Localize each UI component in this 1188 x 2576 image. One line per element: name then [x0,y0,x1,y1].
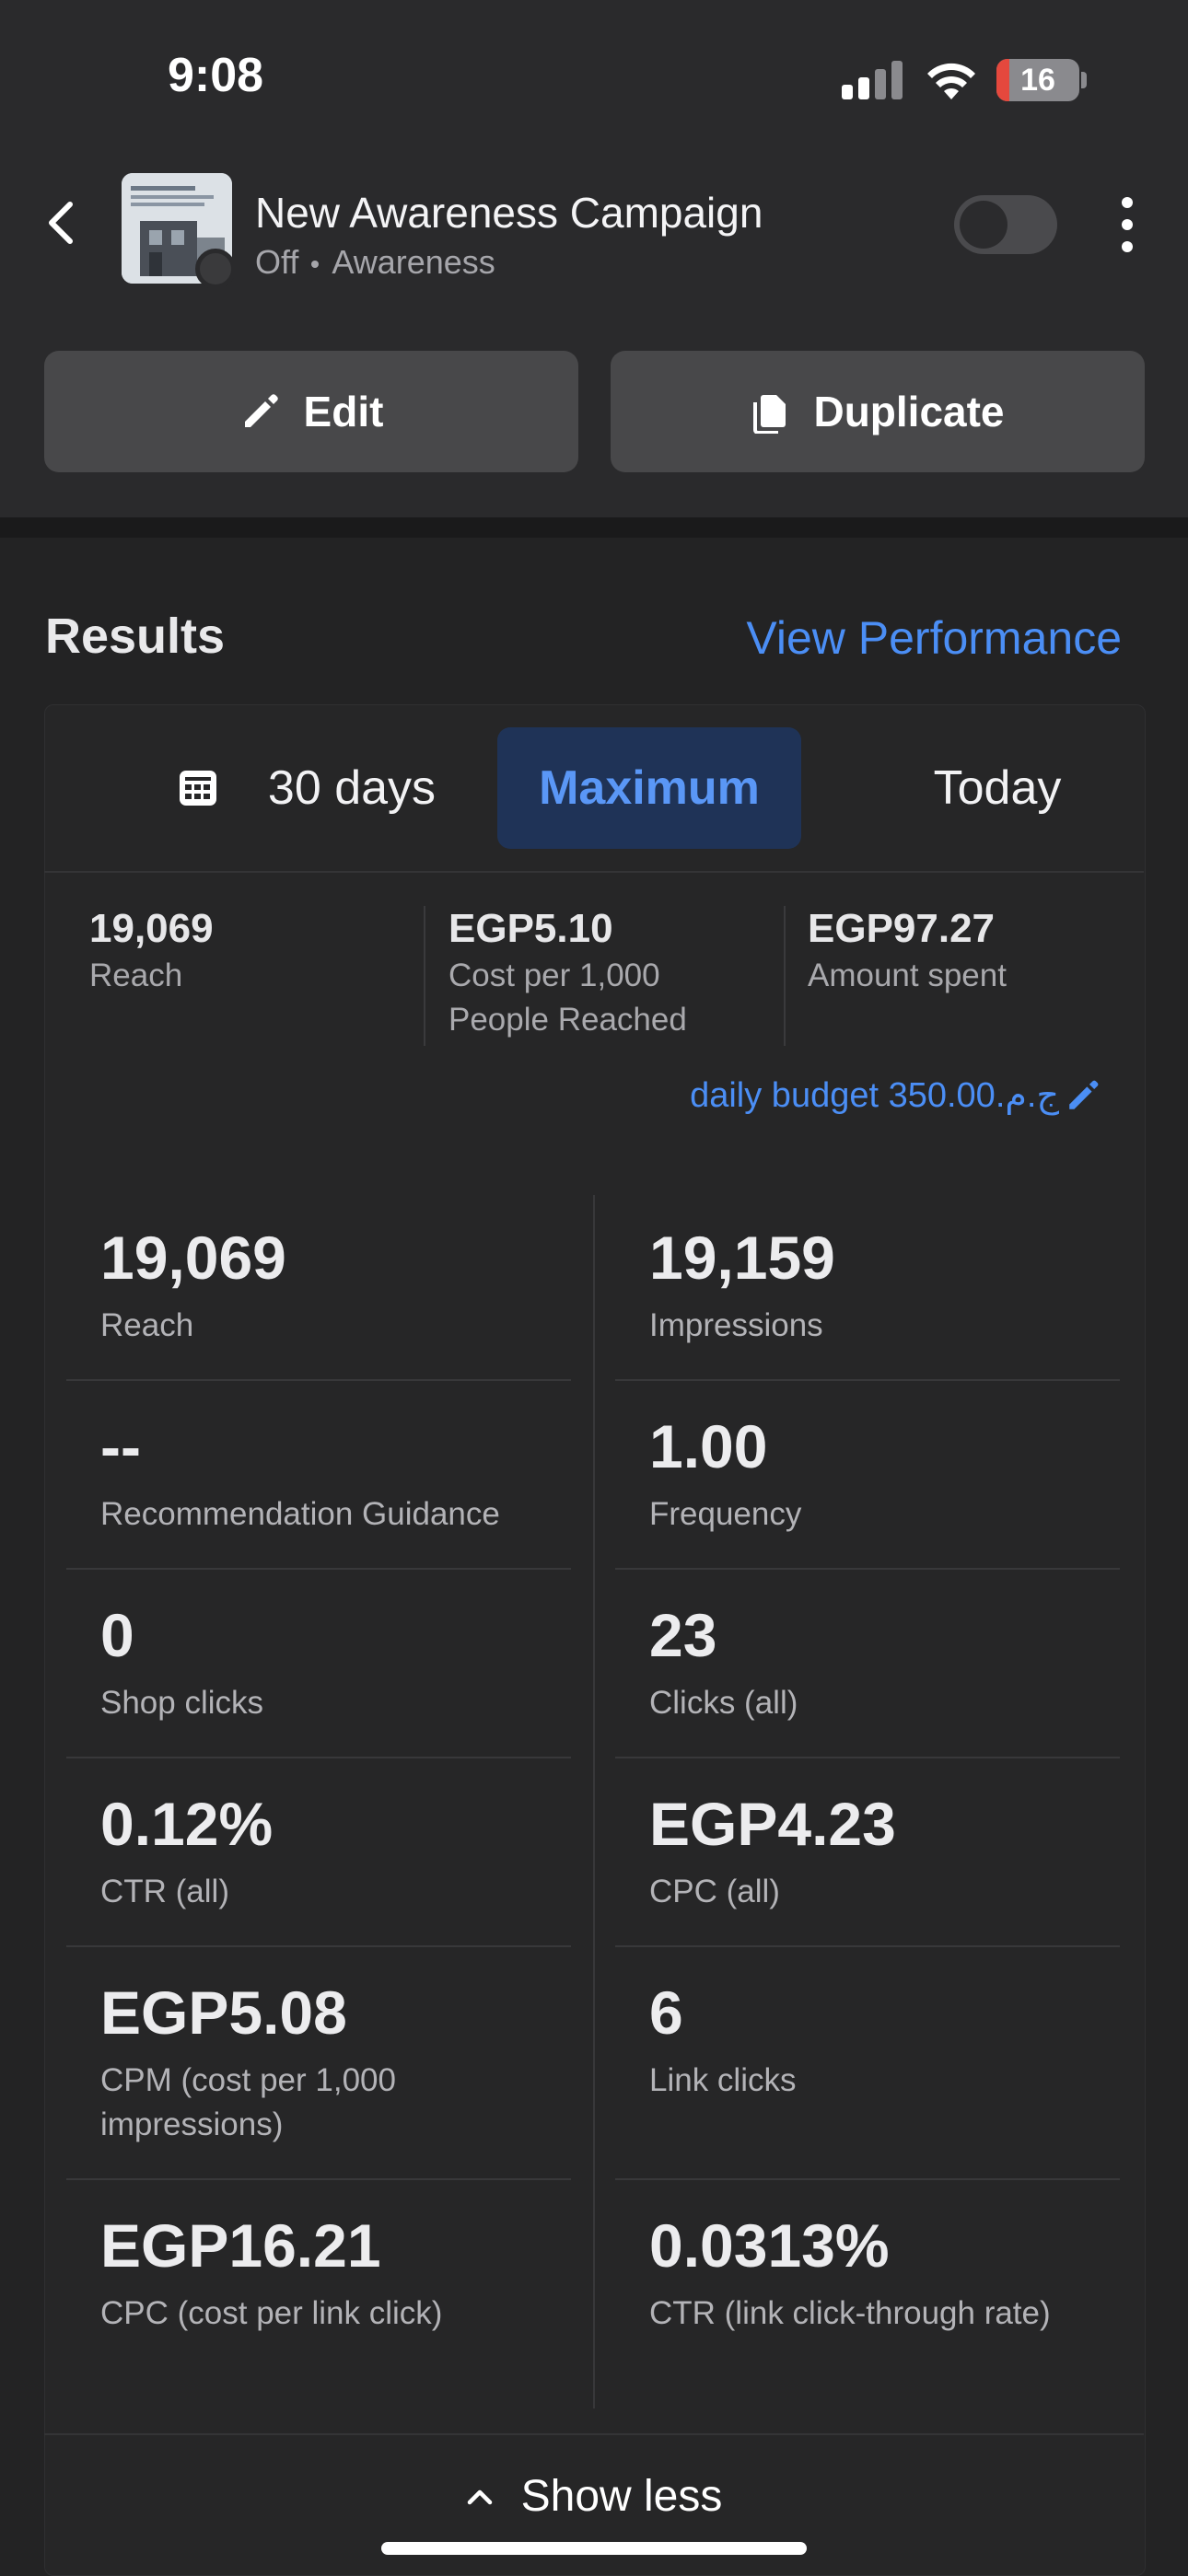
copy-icon [753,395,786,434]
campaign-subtitle: Off Awareness [255,243,495,282]
battery-cap [1081,72,1087,88]
metric-label: Reach [100,1307,194,1343]
status-time: 9:08 [168,49,264,102]
divider [784,906,786,1046]
metric-value: 0 [100,1601,134,1669]
metric-label: Shop clicks [100,1685,264,1721]
pencil-icon [244,394,278,427]
cellular-signal-icon [842,61,903,99]
divider [66,2178,571,2180]
summary-label: Reach [89,957,183,993]
metric-value: 0.12% [100,1790,274,1858]
divider [615,1568,1120,1570]
metric-value: 19,159 [649,1224,835,1292]
divider [66,1379,571,1381]
range-30-days-label: 30 days [267,761,437,815]
metric-recommendation-guidance: -- Recommendation Guidance [100,1411,603,1537]
show-less-button[interactable]: Show less [0,2471,1188,2522]
metric-label: Link clicks [649,2062,797,2098]
metric-label: Recommendation Guidance [100,1496,500,1532]
campaign-objective: Awareness [332,243,495,281]
chevron-up-icon [467,2489,492,2504]
edit-button[interactable]: Edit [44,351,578,472]
metric-cpc-all: EGP4.23 CPC (all) [649,1789,1152,1914]
summary-label: Cost per 1,000 People Reached [448,957,687,1038]
duplicate-label: Duplicate [813,388,1005,435]
summary-cost-per-1000: EGP5.10 Cost per 1,000 People Reached [448,906,687,1042]
daily-budget-link[interactable]: daily budget 350.00.ج.م [690,1074,1101,1116]
summary-value: EGP5.10 [448,906,613,951]
duplicate-button[interactable]: Duplicate [611,351,1145,472]
metric-value: -- [100,1412,141,1480]
show-less-label: Show less [520,2472,723,2521]
divider [66,1568,571,1570]
metric-cpm: EGP5.08 CPM (cost per 1,000 impressions) [100,1978,506,2147]
divider [44,2433,1144,2435]
metric-clicks-all: 23 Clicks (all) [649,1600,1152,1725]
more-vertical-icon[interactable] [1116,197,1138,252]
metric-value: 6 [649,1978,683,2047]
divider [615,2178,1120,2180]
range-maximum[interactable]: Maximum [497,727,801,849]
metric-label: Clicks (all) [649,1685,798,1721]
metric-value: 1.00 [649,1412,768,1480]
metric-label: CTR (link click-through rate) [649,2295,1051,2331]
metric-shop-clicks: 0 Shop clicks [100,1600,603,1725]
metric-ctr-all: 0.12% CTR (all) [100,1789,603,1914]
divider [615,1757,1120,1758]
divider [615,1945,1120,1947]
metric-ctr-link: 0.0313% CTR (link click-through rate) [649,2210,1064,2336]
metric-value: EGP5.08 [100,1978,347,2047]
range-30-days[interactable]: 30 days [118,727,495,849]
metric-link-clicks: 6 Link clicks [649,1978,1152,2103]
home-indicator[interactable] [381,2542,807,2555]
divider [615,1379,1120,1381]
campaign-title: New Awareness Campaign [255,189,763,237]
divider [424,906,425,1046]
results-title: Results [45,609,226,664]
daily-budget-text: daily budget 350.00.ج.م [690,1076,1059,1115]
calendar-icon [179,771,216,806]
date-range-selector: 30 days Maximum Today [44,727,1144,849]
metric-label: CPM (cost per 1,000 impressions) [100,2062,396,2142]
separator-dot [311,261,320,269]
divider [66,1945,571,1947]
campaign-status: Off [255,243,299,281]
status-dot-icon [195,249,236,289]
metric-label: Impressions [649,1307,823,1343]
divider [66,1757,571,1758]
metric-label: CPC (cost per link click) [100,2295,443,2331]
wifi-icon [927,63,975,99]
metric-impressions: 19,159 Impressions [649,1223,1152,1348]
campaign-toggle[interactable] [954,195,1057,254]
metric-value: EGP16.21 [100,2211,381,2280]
metric-label: Frequency [649,1496,802,1532]
edit-label: Edit [303,388,384,435]
view-performance-link[interactable]: View Performance [746,611,1122,665]
summary-value: EGP97.27 [808,906,996,951]
summary-label: Amount spent [808,957,1007,993]
metric-value: 19,069 [100,1224,286,1292]
metric-frequency: 1.00 Frequency [649,1411,1152,1537]
metric-value: EGP4.23 [649,1790,896,1858]
battery-icon: 16 [996,59,1079,101]
toggle-knob [960,201,1007,249]
battery-level: 16 [1020,63,1055,98]
metric-label: CPC (all) [649,1874,780,1909]
metric-cpc-link: EGP16.21 CPC (cost per link click) [100,2210,603,2336]
summary-amount-spent: EGP97.27 Amount spent [808,906,1007,998]
metric-value: 0.0313% [649,2211,890,2280]
metric-reach: 19,069 Reach [100,1223,603,1348]
summary-reach: 19,069 Reach [89,906,214,998]
metric-label: CTR (all) [100,1874,229,1909]
pencil-icon [1069,1080,1099,1109]
summary-value: 19,069 [89,906,214,951]
range-today[interactable]: Today [855,727,1140,849]
metric-value: 23 [649,1601,717,1669]
divider [44,871,1144,873]
chevron-left-icon[interactable] [37,195,88,250]
section-divider [0,517,1188,538]
